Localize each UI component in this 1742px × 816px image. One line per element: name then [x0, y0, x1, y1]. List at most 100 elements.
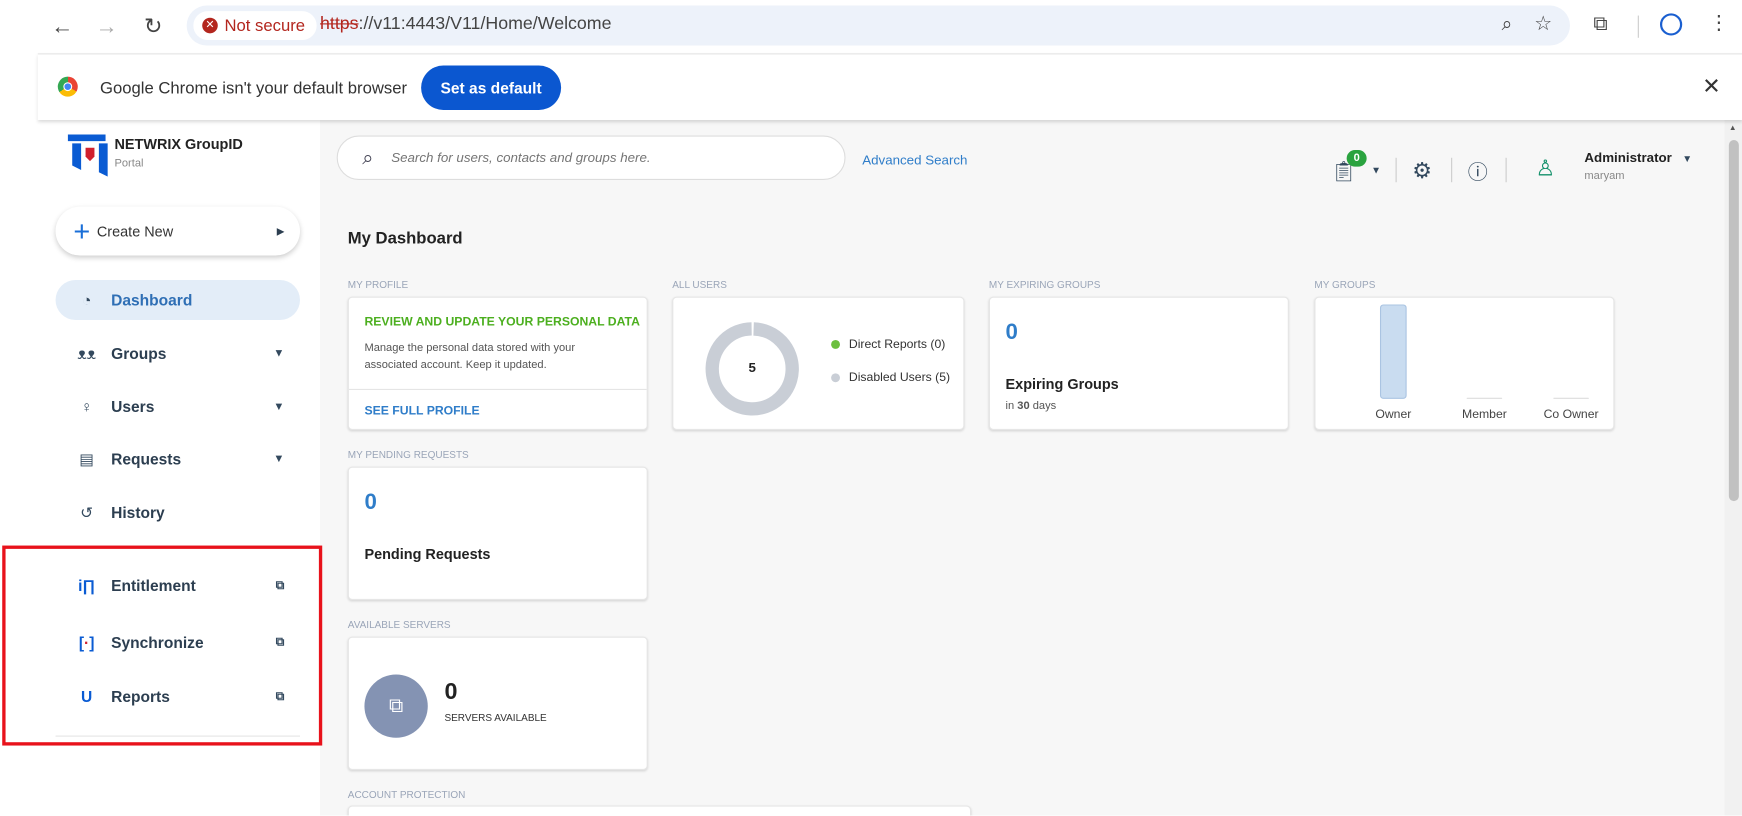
pending-requests-card[interactable]: 0 Pending Requests: [347, 466, 648, 600]
chevron-down-icon: ▼: [273, 347, 285, 360]
section-label: MY EXPIRING GROUPS: [988, 278, 1101, 290]
legend-item: Disabled Users (5): [831, 371, 950, 384]
search-icon: ⌕: [362, 146, 374, 169]
groups-icon: ᴥᴥ: [77, 344, 97, 363]
search-input[interactable]: [391, 149, 792, 166]
help-icon[interactable]: ⓘ: [1468, 157, 1488, 186]
user-login: maryam: [1584, 169, 1625, 183]
scroll-up-icon[interactable]: ▲: [1729, 124, 1737, 132]
default-browser-infobar: Google Chrome isn't your default browser…: [37, 53, 1742, 120]
dashboard-gauge-icon: ◔: [81, 291, 92, 309]
user-name: Administrator: [1584, 149, 1672, 166]
not-secure-label: Not secure: [224, 16, 306, 35]
legend-label: Direct Reports (0): [848, 337, 946, 352]
nav-label: Groups: [111, 344, 167, 363]
nav-label: Users: [111, 397, 155, 416]
legend-dot: [831, 339, 840, 349]
section-label: AVAILABLE SERVERS: [347, 618, 451, 630]
legend-item: Direct Reports (0): [831, 338, 945, 351]
profile-card: REVIEW AND UPDATE YOUR PERSONAL DATA Man…: [347, 296, 648, 430]
section-label: MY PENDING REQUESTS: [347, 448, 469, 460]
highlight-box: [2, 545, 323, 746]
netwrix-logo-icon: [67, 134, 108, 177]
section-label: MY PROFILE: [347, 278, 409, 290]
account-protection-card: [347, 805, 972, 816]
not-secure-chip[interactable]: ✕ Not secure: [193, 11, 317, 40]
expiring-period: in 30 days: [1005, 399, 1057, 413]
caret-down-icon: ▼: [1682, 153, 1693, 165]
nav-label: History: [111, 503, 165, 522]
url-scheme: https: [319, 14, 359, 34]
close-icon[interactable]: ✕: [1702, 72, 1721, 100]
settings-gear-icon[interactable]: ⚙: [1412, 157, 1432, 185]
donut-total: 5: [748, 359, 756, 376]
create-new-label: Create New: [96, 222, 174, 240]
chevron-down-icon: ▼: [273, 452, 285, 465]
extensions-icon[interactable]: ⧉: [1593, 12, 1607, 35]
brand-subtitle: Portal: [114, 157, 144, 170]
user-icon: ♀: [80, 397, 93, 416]
legend-label: Disabled Users (5): [848, 371, 951, 385]
bar-label: Owner: [1375, 407, 1412, 422]
menu-icon[interactable]: ⋮: [1709, 11, 1729, 34]
divider: [1395, 157, 1397, 183]
main-content: ⌕ Advanced Search 📋︎ 0 ▼ ⚙ ⓘ ♙ Administr…: [319, 119, 1725, 816]
user-avatar-icon[interactable]: ♙: [1536, 154, 1556, 182]
create-new-button[interactable]: + Create New ▶: [55, 206, 300, 256]
advanced-search-link[interactable]: Advanced Search: [862, 152, 967, 168]
back-icon[interactable]: ←: [47, 11, 78, 42]
chrome-logo-icon: [57, 76, 78, 97]
history-icon: ↺: [80, 502, 94, 521]
servers-count: 0: [444, 678, 458, 705]
browser-toolbar: ← → ↻ ✕ Not secure https://v11:4443/V11/H…: [0, 0, 1742, 54]
reload-icon[interactable]: ↻: [138, 11, 169, 42]
url-text[interactable]: https://v11:4443/V11/Home/Welcome: [320, 14, 612, 34]
pending-title: Pending Requests: [364, 545, 491, 563]
nav-label: Dashboard: [111, 291, 193, 309]
zoom-icon[interactable]: ⌕: [1502, 13, 1513, 35]
caret-down-icon[interactable]: ▼: [1371, 164, 1381, 175]
nav-groups[interactable]: ᴥᴥ Groups ▼: [56, 333, 300, 373]
legend-dot: [831, 373, 840, 383]
divider: [1451, 157, 1453, 183]
expiring-count: 0: [1005, 319, 1018, 345]
page-title: My Dashboard: [347, 228, 463, 248]
address-bar[interactable]: ✕ Not secure https://v11:4443/V11/Home/We…: [186, 5, 1570, 46]
error-icon: ✕: [202, 17, 218, 34]
bar-member: [1466, 397, 1503, 399]
profile-heading: REVIEW AND UPDATE YOUR PERSONAL DATA: [364, 315, 640, 329]
see-full-profile-link[interactable]: SEE FULL PROFILE: [364, 404, 479, 417]
nav-history[interactable]: ↺ History: [56, 492, 300, 532]
my-groups-card: Owner Member Co Owner: [1314, 296, 1615, 430]
servers-text: SERVERS AVAILABLE: [444, 712, 547, 724]
profile-icon[interactable]: [1659, 13, 1683, 36]
nav-users[interactable]: ♀ Users ▼: [56, 387, 300, 427]
expiring-title: Expiring Groups: [1005, 375, 1119, 393]
nav-label: Requests: [111, 449, 182, 468]
notification-badge: 0: [1346, 149, 1367, 167]
divider: [348, 388, 647, 390]
url-path: ://v11:4443/V11/Home/Welcome: [358, 14, 612, 34]
requests-icon: ▤: [79, 449, 95, 468]
nav-requests[interactable]: ▤ Requests ▼: [56, 439, 300, 479]
plus-icon: +: [73, 214, 91, 248]
pending-count: 0: [364, 489, 377, 515]
bar-label: Member: [1462, 407, 1507, 422]
bar-co-owner: [1553, 397, 1589, 399]
bar-label: Co Owner: [1543, 407, 1599, 422]
expiring-groups-card[interactable]: 0 Expiring Groups in 30 days: [988, 296, 1289, 430]
server-folders-icon: ⧉: [364, 674, 428, 738]
all-users-card: 5 Direct Reports (0) Disabled Users (5): [672, 296, 965, 430]
nav-dashboard[interactable]: ◔ Dashboard: [55, 279, 300, 320]
forward-icon[interactable]: →: [91, 11, 122, 42]
scrollbar[interactable]: ▲: [1724, 119, 1742, 816]
infobar-message: Google Chrome isn't your default browser: [99, 78, 408, 98]
search-bar[interactable]: ⌕: [336, 135, 846, 180]
user-menu[interactable]: Administrator ▼: [1584, 150, 1692, 166]
bookmark-star-icon[interactable]: ☆: [1534, 12, 1552, 35]
scrollbar-thumb[interactable]: [1728, 139, 1739, 502]
set-default-button[interactable]: Set as default: [421, 65, 562, 110]
bar-owner: [1379, 304, 1407, 399]
caret-right-icon: ▶: [276, 224, 285, 237]
divider: [1637, 15, 1639, 38]
